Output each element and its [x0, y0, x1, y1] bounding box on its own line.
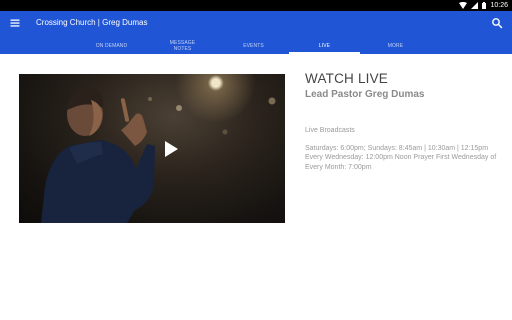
pastor-name: Lead Pastor Greg Dumas: [305, 89, 425, 100]
tab-on-demand[interactable]: ON DEMAND: [76, 38, 147, 54]
tab-live[interactable]: LIVE: [289, 38, 360, 54]
broadcasts-label: Live Broadcasts: [305, 127, 355, 134]
battery-icon: [482, 2, 487, 9]
tab-bar: ON DEMAND MESSAGE NOTES EVENTS LIVE MORE: [76, 38, 431, 54]
search-icon[interactable]: [491, 17, 503, 29]
status-bar: 10:26: [0, 0, 512, 11]
tab-label: MORE: [387, 43, 404, 49]
menu-icon[interactable]: [9, 17, 21, 29]
play-icon[interactable]: [160, 139, 180, 159]
status-icons: 10:26: [459, 0, 508, 11]
tab-more[interactable]: MORE: [360, 38, 431, 54]
app-title: Crossing Church | Greg Dumas: [36, 18, 148, 27]
wifi-icon: [459, 2, 468, 9]
tab-message-notes[interactable]: MESSAGE NOTES: [147, 38, 218, 54]
tab-label: EVENTS: [243, 43, 264, 49]
app-bar: Crossing Church | Greg Dumas ON DEMAND M…: [0, 11, 512, 54]
tab-events[interactable]: EVENTS: [218, 38, 289, 54]
page-title: WATCH LIVE: [305, 71, 389, 86]
broadcast-schedule: Saturdays: 6:00pm; Sundays: 8:45am | 10:…: [305, 145, 497, 171]
live-info: WATCH LIVE Lead Pastor Greg Dumas Live B…: [305, 71, 500, 171]
tab-label: ON DEMAND: [95, 43, 128, 49]
signal-icon: [471, 2, 479, 9]
tab-label: MESSAGE NOTES: [169, 40, 196, 52]
tab-label: LIVE: [318, 43, 331, 49]
video-player[interactable]: [19, 74, 285, 223]
status-time: 10:26: [490, 2, 508, 9]
video-thumbnail: [41, 88, 276, 223]
